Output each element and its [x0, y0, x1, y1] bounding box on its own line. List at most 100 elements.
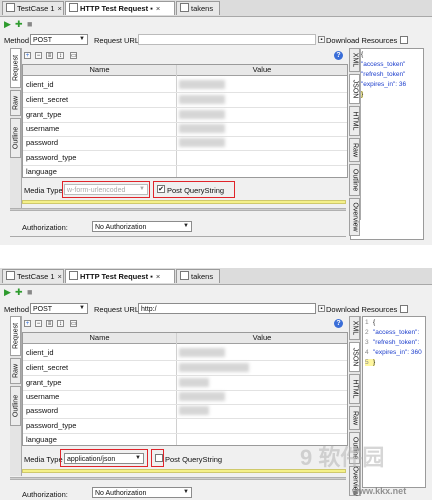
- side-tab-raw[interactable]: Raw: [349, 138, 360, 162]
- table-row[interactable]: password: [23, 404, 347, 419]
- method-select[interactable]: POST ▼: [30, 303, 88, 314]
- chevron-down-icon: ▼: [79, 36, 85, 42]
- splitter[interactable]: [10, 208, 346, 211]
- request-url-label: Request URL:: [94, 36, 142, 45]
- close-icon[interactable]: ×: [156, 4, 160, 13]
- add-param-icon[interactable]: +: [24, 52, 31, 59]
- blurred-value: [179, 110, 225, 119]
- download-resources-checkbox[interactable]: [400, 305, 408, 313]
- side-tab-json[interactable]: JSON: [349, 74, 360, 104]
- tab-testcase[interactable]: TestCase 1 ×: [2, 269, 64, 283]
- move-param-icon[interactable]: ≡: [46, 52, 53, 59]
- run-icon[interactable]: ▶: [4, 19, 11, 29]
- blurred-value: [179, 406, 209, 415]
- side-tab-overview[interactable]: Overview: [349, 198, 360, 236]
- tab-takens[interactable]: takens: [176, 1, 220, 15]
- add-param-icon[interactable]: +: [24, 320, 31, 327]
- splitter[interactable]: [10, 477, 346, 480]
- side-tab-outline[interactable]: Outline: [10, 386, 21, 426]
- stop-icon[interactable]: ■: [27, 287, 32, 297]
- tab-takens[interactable]: takens: [176, 269, 220, 283]
- column-header-value[interactable]: Value: [177, 333, 347, 343]
- side-tab-raw[interactable]: Raw: [349, 406, 360, 430]
- authorization-select[interactable]: No Authorization ▼: [92, 221, 192, 232]
- table-row[interactable]: password: [23, 136, 347, 151]
- table-row[interactable]: client_secret: [23, 361, 347, 376]
- request-icon: [69, 271, 78, 280]
- blurred-value: [179, 392, 225, 401]
- progress-bar: [22, 469, 346, 473]
- table-row[interactable]: grant_type: [23, 376, 347, 391]
- side-tab-xml[interactable]: XML: [349, 316, 360, 340]
- media-type-label: Media Type: [24, 455, 63, 464]
- request-icon: [69, 3, 78, 12]
- table-row[interactable]: grant_type: [23, 108, 347, 123]
- run-icon[interactable]: ▶: [4, 287, 11, 297]
- table-row[interactable]: language: [23, 165, 347, 177]
- response-side-tabs: XML JSON HTML Raw Outline Overview: [349, 48, 361, 236]
- side-tab-request[interactable]: Request: [10, 316, 21, 356]
- highlight-box: [151, 449, 164, 467]
- remove-param-icon[interactable]: −: [35, 320, 42, 327]
- table-row[interactable]: client_id: [23, 346, 347, 361]
- add-step-icon[interactable]: ✚: [15, 19, 23, 29]
- tab-testcase[interactable]: TestCase 1 ×: [2, 1, 64, 15]
- authorization-select[interactable]: No Authorization ▼: [92, 487, 192, 498]
- authorization-label: Authorization:: [22, 490, 68, 499]
- request-side-tabs: Request Raw Outline: [10, 48, 22, 208]
- request-side-tabs: Request Raw Outline: [10, 316, 22, 476]
- side-tab-outline[interactable]: Outline: [10, 118, 21, 158]
- table-row[interactable]: language: [23, 433, 347, 445]
- method-label: Method: [4, 305, 30, 314]
- chevron-down-icon: ▼: [183, 489, 189, 495]
- method-select[interactable]: POST ▼: [30, 34, 88, 45]
- side-tab-html[interactable]: HTML: [349, 106, 360, 136]
- move-param-icon[interactable]: ≡: [46, 320, 53, 327]
- close-icon[interactable]: ×: [58, 4, 62, 13]
- column-header-name[interactable]: Name: [23, 333, 176, 343]
- side-tab-json[interactable]: JSON: [349, 342, 360, 372]
- remove-param-icon[interactable]: −: [35, 52, 42, 59]
- table-row[interactable]: password_type: [23, 419, 347, 434]
- grid-header: Name Value: [23, 333, 347, 344]
- add-step-icon[interactable]: ✚: [15, 287, 23, 297]
- side-tab-raw[interactable]: Raw: [10, 358, 21, 384]
- watermark-site: www.kkx.net: [352, 486, 407, 496]
- post-querystring-label: Post QueryString: [165, 455, 223, 464]
- copy-param-icon[interactable]: ▭: [70, 320, 77, 327]
- table-row[interactable]: password_type: [23, 151, 347, 166]
- side-tab-xml[interactable]: XML: [349, 48, 360, 72]
- tab-http-test-request[interactable]: HTTP Test Request ▪ ×: [65, 269, 175, 283]
- table-row[interactable]: client_id: [23, 78, 347, 93]
- download-resources-checkbox[interactable]: [400, 36, 408, 44]
- tab-http-test-request[interactable]: HTTP Test Request ▪ ×: [65, 1, 175, 15]
- request-url-input[interactable]: http:/: [138, 303, 316, 314]
- column-header-name[interactable]: Name: [23, 65, 176, 75]
- authorization-label: Authorization:: [22, 223, 68, 232]
- testcase-icon: [6, 271, 15, 280]
- sort-param-icon[interactable]: ↕: [57, 52, 64, 59]
- table-row[interactable]: username: [23, 122, 347, 137]
- url-menu-icon[interactable]: ▪: [318, 36, 325, 43]
- media-type-label: Media Type: [24, 186, 63, 195]
- url-menu-icon[interactable]: ▪: [318, 305, 325, 312]
- close-icon[interactable]: ×: [58, 272, 62, 281]
- side-tab-raw[interactable]: Raw: [10, 90, 21, 116]
- table-row[interactable]: username: [23, 390, 347, 405]
- side-tab-request[interactable]: Request: [10, 48, 21, 88]
- table-row[interactable]: client_secret: [23, 93, 347, 108]
- editor-tab-bar: TestCase 1 × HTTP Test Request ▪ × takens: [0, 0, 432, 17]
- help-icon[interactable]: ?: [334, 51, 343, 60]
- side-tab-html[interactable]: HTML: [349, 374, 360, 404]
- side-tab-outline[interactable]: Outline: [349, 164, 360, 196]
- help-icon[interactable]: ?: [334, 319, 343, 328]
- download-resources-label: Download Resources: [326, 305, 398, 314]
- highlight-box: [62, 181, 150, 198]
- close-icon[interactable]: ×: [156, 272, 160, 281]
- sort-param-icon[interactable]: ↕: [57, 320, 64, 327]
- blurred-value: [179, 138, 225, 147]
- column-header-value[interactable]: Value: [177, 65, 347, 75]
- stop-icon[interactable]: ■: [27, 19, 32, 29]
- request-url-input[interactable]: [138, 34, 316, 45]
- copy-param-icon[interactable]: ▭: [70, 52, 77, 59]
